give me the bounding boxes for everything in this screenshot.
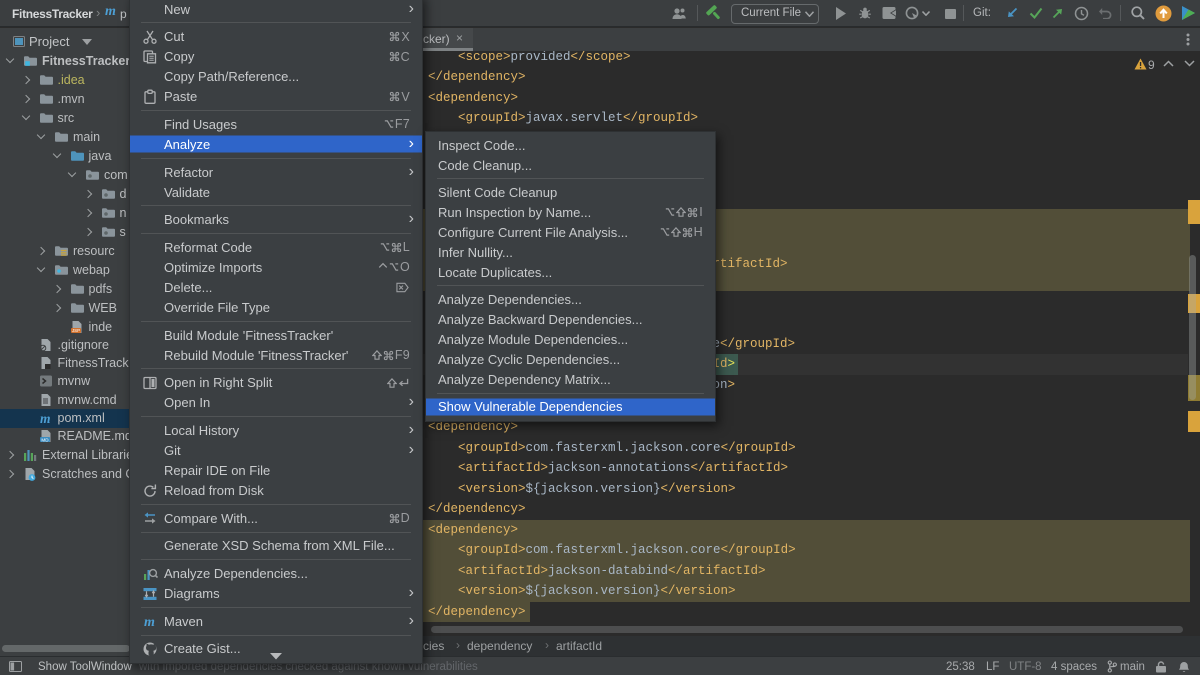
svg-text:m: m bbox=[144, 615, 155, 629]
svg-text:m: m bbox=[40, 411, 51, 425]
svg-text:MD: MD bbox=[41, 437, 49, 442]
svg-text:JSP: JSP bbox=[71, 328, 79, 333]
